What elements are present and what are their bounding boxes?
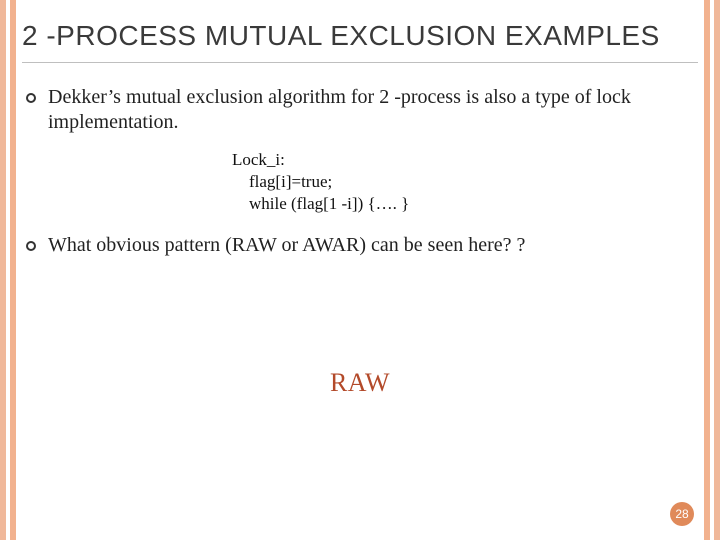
code-block: Lock_i: flag[i]=true; while (flag[1 -i])… [232, 149, 698, 215]
right-stripe-outer [714, 0, 720, 540]
bullet-item: What obvious pattern (RAW or AWAR) can b… [22, 233, 698, 258]
slide: 2 -PROCESS MUTUAL EXCLUSION EXAMPLES Dek… [0, 0, 720, 540]
bullet-item: Dekker’s mutual exclusion algorithm for … [22, 85, 698, 135]
answer-text: RAW [22, 368, 698, 398]
right-stripe-inner [704, 0, 710, 540]
bullet-list: Dekker’s mutual exclusion algorithm for … [22, 85, 698, 135]
right-stripe-gap [710, 0, 714, 540]
page-number-badge: 28 [670, 502, 694, 526]
content-area: 2 -PROCESS MUTUAL EXCLUSION EXAMPLES Dek… [22, 20, 698, 530]
slide-title: 2 -PROCESS MUTUAL EXCLUSION EXAMPLES [22, 20, 698, 63]
left-stripe-inner [10, 0, 16, 540]
bullet-list: What obvious pattern (RAW or AWAR) can b… [22, 233, 698, 258]
